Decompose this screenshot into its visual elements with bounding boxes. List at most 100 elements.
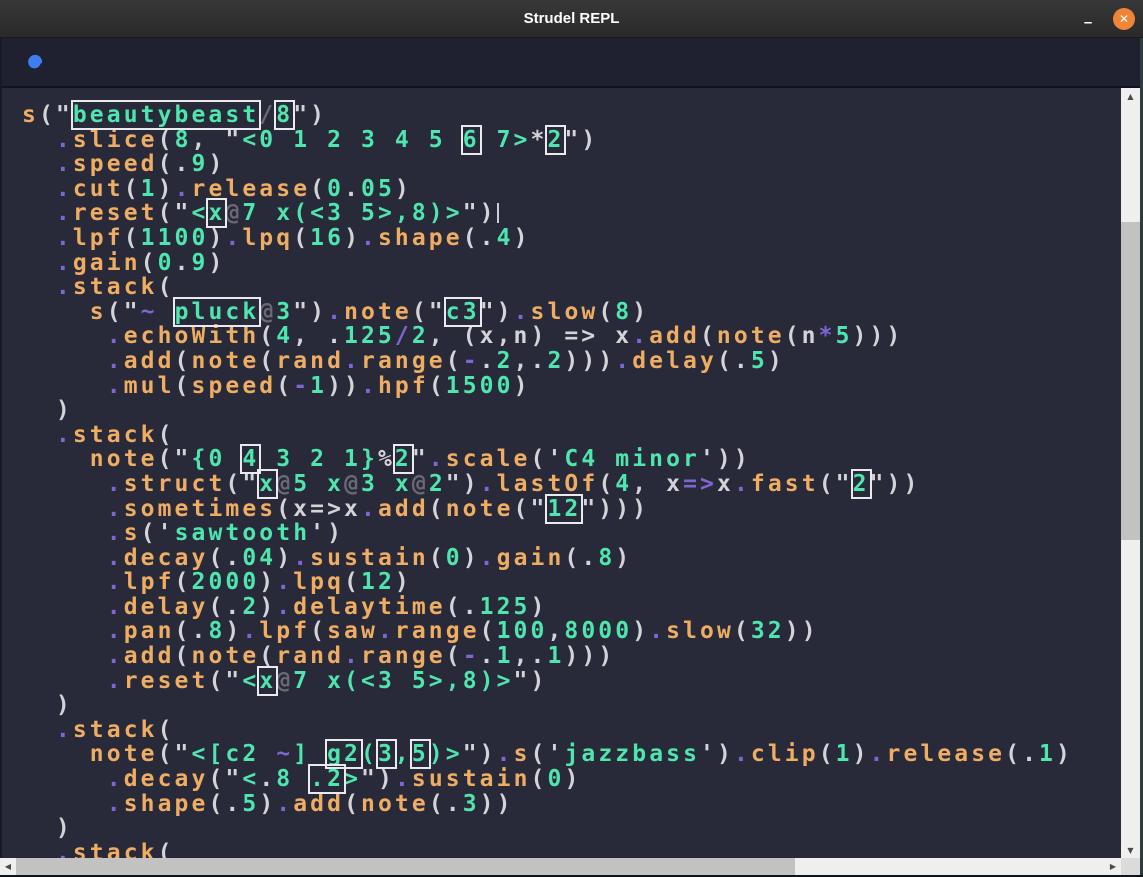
close-button[interactable]: ✕ bbox=[1113, 8, 1135, 30]
code-token: 2 bbox=[429, 471, 446, 497]
code-token: (. bbox=[717, 348, 751, 374]
code-token: 12 bbox=[361, 569, 395, 595]
code-token: 05 bbox=[361, 176, 395, 202]
code-token: . bbox=[56, 200, 73, 226]
code-token: @ bbox=[259, 299, 276, 325]
code-token: . bbox=[56, 250, 73, 276]
code-token: . bbox=[259, 766, 276, 792]
code-token: x bbox=[717, 471, 734, 497]
code-token: "))) bbox=[581, 496, 649, 522]
code-token: release bbox=[887, 741, 1006, 767]
code-token: 1 bbox=[1039, 741, 1056, 767]
code-token bbox=[22, 471, 107, 497]
code-token: ") bbox=[564, 127, 598, 153]
code-token: C4 minor bbox=[564, 446, 700, 472]
code-line: s("beautybeast/8") bbox=[22, 103, 1121, 128]
code-token: ( bbox=[158, 422, 175, 448]
code-token: 7> bbox=[480, 127, 531, 153]
code-token: note bbox=[192, 643, 260, 669]
strudel-spiral-icon[interactable] bbox=[20, 48, 48, 76]
code-token: 8 bbox=[175, 127, 192, 153]
scroll-up-arrow-icon[interactable]: ▲ bbox=[1121, 88, 1140, 104]
code-token bbox=[22, 791, 107, 817]
code-token: * bbox=[819, 323, 836, 349]
scroll-right-arrow-icon[interactable]: ▶ bbox=[1105, 858, 1121, 875]
code-token: rand bbox=[276, 348, 344, 374]
code-line: .lpf(2000).lpq(12) bbox=[22, 570, 1121, 595]
code-line: note("{0 4 3 2 1}%2".scale('C4 minor')) bbox=[22, 447, 1121, 472]
code-token: decay bbox=[124, 766, 209, 792]
code-token: , x bbox=[632, 471, 683, 497]
code-token: s bbox=[22, 102, 39, 128]
titlebar: Strudel REPL – ✕ bbox=[0, 0, 1143, 38]
code-token: 9 bbox=[192, 250, 209, 276]
code-token: . bbox=[107, 471, 124, 497]
code-token: ( bbox=[158, 717, 175, 743]
code-token: ( bbox=[700, 323, 717, 349]
scroll-down-arrow-icon[interactable]: ▼ bbox=[1121, 842, 1140, 858]
code-editor[interactable]: s("beautybeast/8") .slice(8, "<0 1 2 3 4… bbox=[2, 88, 1121, 858]
code-token: 125 bbox=[344, 323, 395, 349]
code-token: - bbox=[463, 348, 480, 374]
code-token: ') bbox=[310, 520, 344, 546]
vertical-scrollbar-thumb[interactable] bbox=[1121, 222, 1140, 540]
code-token: 100 bbox=[497, 618, 548, 644]
code-token: lpq bbox=[242, 225, 293, 251]
vertical-scrollbar[interactable]: ▲ ▼ bbox=[1121, 88, 1140, 858]
code-line: .gain(0.9) bbox=[22, 251, 1121, 276]
code-token: reset bbox=[124, 668, 209, 694]
code-token: sustain bbox=[310, 545, 429, 571]
active-token-highlight: c3 bbox=[446, 299, 480, 325]
code-token: . bbox=[56, 151, 73, 177]
code-token: note bbox=[90, 446, 158, 472]
horizontal-scrollbar-thumb[interactable] bbox=[16, 858, 795, 875]
code-token: release bbox=[192, 176, 311, 202]
code-token: (. bbox=[1005, 741, 1039, 767]
code-token: . bbox=[107, 668, 124, 694]
code-token: add bbox=[124, 348, 175, 374]
code-token: (x=>x bbox=[276, 496, 361, 522]
code-token: 3 bbox=[276, 299, 293, 325]
code-token: ) bbox=[259, 569, 276, 595]
code-token: note bbox=[90, 741, 158, 767]
code-token: ) bbox=[344, 225, 361, 251]
code-token: . bbox=[361, 373, 378, 399]
active-token-highlight: 2 bbox=[547, 127, 564, 153]
code-token: 5 bbox=[293, 471, 327, 497]
code-token: , " bbox=[192, 127, 243, 153]
code-token: . bbox=[734, 741, 751, 767]
code-token: s bbox=[514, 741, 531, 767]
code-token: . bbox=[480, 643, 497, 669]
code-token: 5 bbox=[836, 323, 853, 349]
scroll-left-arrow-icon[interactable]: ◀ bbox=[0, 858, 16, 875]
code-token bbox=[22, 446, 90, 472]
minimize-button[interactable]: – bbox=[1079, 7, 1097, 31]
code-token: @ bbox=[225, 200, 242, 226]
code-token: lastOf bbox=[497, 471, 599, 497]
code-token: ( bbox=[446, 348, 463, 374]
code-line: ) bbox=[22, 693, 1121, 718]
code-token: 1500 bbox=[446, 373, 514, 399]
code-token bbox=[22, 299, 90, 325]
code-token: ( bbox=[175, 348, 192, 374]
code-token: 2 bbox=[412, 323, 429, 349]
horizontal-scrollbar[interactable]: ◀ ▶ bbox=[0, 858, 1121, 875]
code-token: note bbox=[361, 791, 429, 817]
code-token bbox=[22, 643, 107, 669]
code-token: ) bbox=[395, 176, 412, 202]
code-token: sustain bbox=[412, 766, 531, 792]
code-token: reset bbox=[73, 200, 158, 226]
code-token: @ bbox=[344, 471, 361, 497]
code-line: .sometimes(x=>x.add(note("12"))) bbox=[22, 497, 1121, 522]
code-token: . bbox=[56, 840, 73, 858]
code-token: - bbox=[293, 373, 310, 399]
code-token bbox=[158, 299, 175, 325]
code-token: ") bbox=[480, 299, 514, 325]
code-token: 125 bbox=[480, 594, 531, 620]
code-token: 2 bbox=[547, 348, 564, 374]
code-token: . bbox=[56, 176, 73, 202]
code-token: . bbox=[175, 250, 192, 276]
code-token: (" bbox=[158, 446, 192, 472]
code-token: s bbox=[90, 299, 107, 325]
code-lines: s("beautybeast/8") .slice(8, "<0 1 2 3 4… bbox=[22, 103, 1121, 858]
